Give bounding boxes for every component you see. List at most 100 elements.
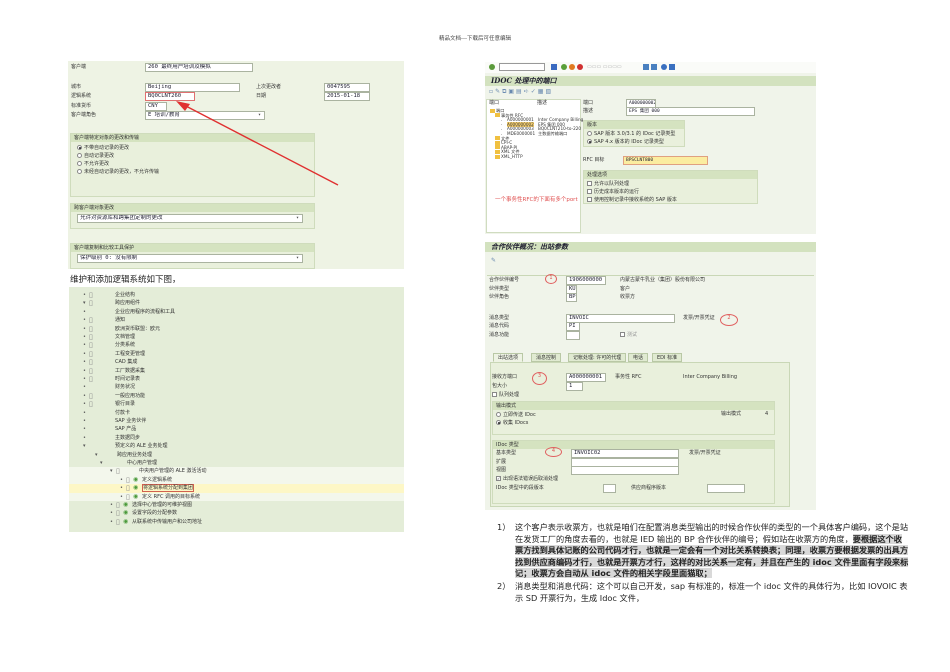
tree-row[interactable]: • ▯ 通知 — [69, 316, 404, 324]
collapse-arrow-icon[interactable]: • — [120, 476, 123, 484]
seg-release-field[interactable] — [603, 484, 616, 493]
collapse-arrow-icon[interactable]: • — [83, 383, 86, 391]
save-icon[interactable] — [551, 64, 557, 70]
document-icon[interactable]: ▯ — [116, 509, 120, 517]
msg-func-field[interactable] — [566, 331, 580, 340]
document-icon[interactable]: ▯ — [89, 350, 93, 358]
port-tree-row[interactable]: XML_HTTP — [487, 154, 580, 159]
tree-row[interactable]: ▾ 预定义的 ALE 业务处理 — [69, 442, 404, 450]
checkbox[interactable] — [587, 197, 592, 202]
tree-row[interactable]: • 财务状况 — [69, 383, 404, 391]
tree-row[interactable]: • ▯ 企业结构 — [69, 291, 404, 299]
tab-2[interactable]: 记帐处理: 许可的代理 — [568, 353, 627, 362]
version-option[interactable]: SAP 4.x 版本的 IDoc 记录类型 — [587, 138, 681, 146]
view-field[interactable] — [571, 466, 679, 475]
collapse-arrow-icon[interactable]: • — [83, 358, 86, 366]
tree-row[interactable]: • ▯ 工厂数据采集 — [69, 367, 404, 375]
execute-clock-icon[interactable]: ◉ — [133, 476, 138, 484]
collapse-arrow-icon[interactable]: • — [83, 333, 86, 341]
cancel-icon[interactable] — [577, 64, 583, 70]
back-icon[interactable] — [561, 64, 567, 70]
document-icon[interactable]: ▯ — [116, 467, 120, 475]
tree-row[interactable]: ▾ 中心用户管理 — [69, 459, 404, 467]
tree-row[interactable]: • ▯ ◉ 将逻辑系统分配到集团 — [69, 484, 404, 493]
cancel-on-error-checkbox[interactable]: ✓ 出现语法错误后取消处理 — [496, 476, 558, 483]
expand-arrow-icon[interactable]: ▾ — [95, 451, 98, 459]
document-icon[interactable]: ▯ — [89, 299, 93, 307]
queue-checkbox[interactable]: 队列处理 — [492, 392, 519, 399]
tab-0[interactable]: 出站选项 — [493, 353, 524, 362]
test-checkbox[interactable]: 测试 — [620, 332, 637, 339]
radio-button[interactable] — [587, 131, 592, 136]
collapse-arrow-icon[interactable]: • — [83, 316, 86, 324]
tree-row[interactable]: • ▯ ◉ 选择中心管理的可维护视图 — [69, 501, 404, 509]
tree-row[interactable]: ▾ ▯ 跨应用组件 — [69, 299, 404, 307]
tree-row[interactable]: • ▯ 银行目录 — [69, 400, 404, 408]
document-icon[interactable]: ▯ — [89, 358, 93, 366]
collapse-arrow-icon[interactable]: • — [83, 308, 86, 316]
tree-row[interactable]: • ▯ 时间记录表 — [69, 375, 404, 383]
radio-button[interactable] — [496, 412, 501, 417]
tree-row[interactable]: ▾ 跨应用业务处理 — [69, 451, 404, 459]
receiver-port-field[interactable]: A000000001 — [566, 373, 606, 382]
collapse-arrow-icon[interactable]: • — [83, 409, 86, 417]
collapse-arrow-icon[interactable]: • — [120, 493, 123, 501]
checkbox[interactable] — [587, 189, 592, 194]
document-icon[interactable]: ▯ — [89, 400, 93, 408]
basic-type-field[interactable]: INVOIC02 — [571, 449, 679, 458]
collapse-arrow-icon[interactable]: • — [83, 367, 86, 375]
tree-row[interactable]: • SAP 产品 — [69, 425, 404, 433]
tree-row[interactable]: • ▯ ◉ 定义 RFC 调用的目标系统 — [69, 492, 404, 501]
msg-type-field[interactable]: INVOIC — [566, 314, 675, 323]
checkbox[interactable] — [587, 181, 592, 186]
execute-clock-icon[interactable]: ◉ — [133, 484, 138, 492]
print-find-icons[interactable]: ▭▭▭ ▭▭▭▭ — [587, 64, 623, 70]
collapse-arrow-icon[interactable]: • — [83, 375, 86, 383]
tree-row[interactable]: • ▯ CAD 集成 — [69, 358, 404, 366]
document-icon[interactable]: ▯ — [89, 367, 93, 375]
enter-icon[interactable] — [489, 64, 495, 70]
tree-row[interactable]: • 主数据同步 — [69, 434, 404, 442]
collapse-arrow-icon[interactable]: • — [83, 434, 86, 442]
rfc-destination-field[interactable]: BPSCLNT800 — [623, 156, 708, 165]
expand-arrow-icon[interactable]: ▾ — [100, 459, 103, 467]
document-icon[interactable]: ▯ — [89, 316, 93, 324]
tree-row[interactable]: • ▯ 欧洲货币联盟：欧元 — [69, 325, 404, 333]
new-session-icon[interactable] — [643, 64, 649, 70]
document-icon[interactable]: ▯ — [89, 325, 93, 333]
tree-row[interactable]: • ▯ ◉ 设置字段的分配参数 — [69, 509, 404, 517]
document-icon[interactable]: ▯ — [89, 291, 93, 299]
expand-arrow-icon[interactable]: ▾ — [83, 442, 86, 450]
collapse-arrow-icon[interactable]: • — [83, 350, 86, 358]
document-icon[interactable]: ▯ — [116, 518, 120, 526]
app-release-field[interactable] — [707, 484, 745, 493]
tree-row[interactable]: • 付款卡 — [69, 409, 404, 417]
document-icon[interactable]: ▯ — [89, 375, 93, 383]
collapse-arrow-icon[interactable]: • — [83, 325, 86, 333]
collapse-arrow-icon[interactable]: • — [83, 400, 86, 408]
layout-icon[interactable] — [669, 64, 675, 70]
document-icon[interactable]: ▯ — [126, 484, 130, 492]
tree-row[interactable]: • ▯ 文档管理 — [69, 333, 404, 341]
collapse-arrow-icon[interactable]: • — [83, 291, 86, 299]
tree-row[interactable]: • ▯ 分类系统 — [69, 341, 404, 349]
collapse-arrow-icon[interactable]: • — [83, 417, 86, 425]
collapse-arrow-icon[interactable]: • — [110, 501, 113, 509]
help-icon[interactable] — [661, 64, 667, 70]
tab-3[interactable]: 电话 — [628, 353, 649, 362]
document-icon[interactable]: ▯ — [89, 333, 93, 341]
tab-1[interactable]: 消息控制 — [531, 353, 562, 362]
expand-arrow-icon[interactable]: ▾ — [110, 467, 113, 475]
pack-size-field[interactable]: 1 — [566, 382, 583, 391]
document-icon[interactable]: ▯ — [126, 476, 130, 484]
processing-option[interactable]: 使用控制记录中接收系统的 SAP 版本 — [587, 196, 754, 204]
tree-row[interactable]: • ▯ 一般应用功能 — [69, 392, 404, 400]
exit-icon[interactable] — [569, 64, 575, 70]
output-option[interactable]: 收集 IDocs — [496, 419, 771, 427]
tab-4[interactable]: EDI 标准 — [652, 353, 683, 362]
display-change-icon[interactable]: ✎ — [491, 257, 496, 264]
radio-button[interactable] — [587, 139, 592, 144]
version-option[interactable]: SAP 版本 3.0/3.1 的 IDoc 记录类型 — [587, 130, 681, 138]
collapse-arrow-icon[interactable]: • — [83, 425, 86, 433]
shortcut-icon[interactable] — [651, 64, 657, 70]
